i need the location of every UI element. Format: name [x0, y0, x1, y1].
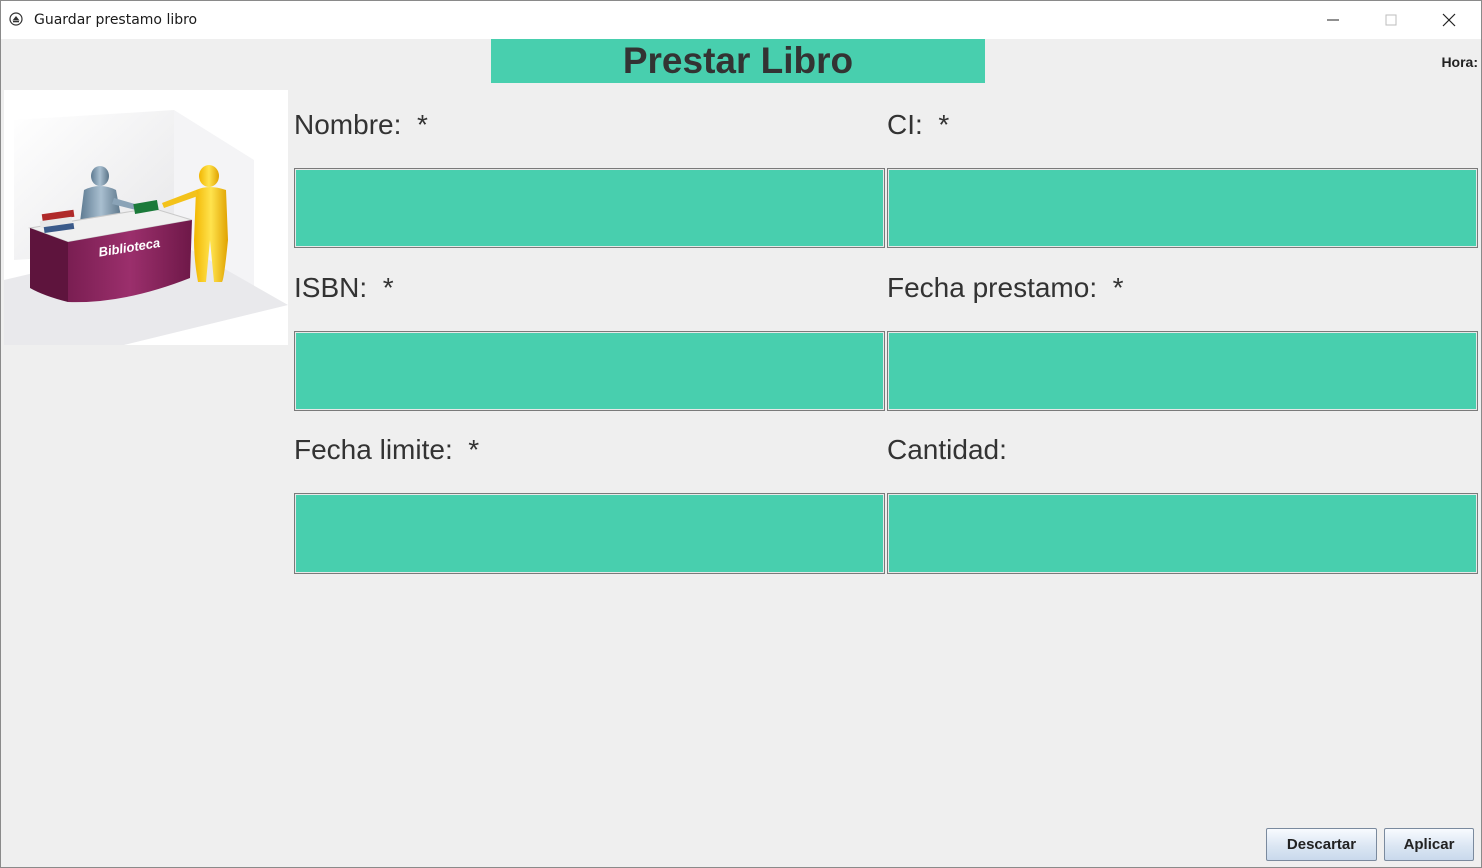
aplicar-button[interactable]: Aplicar — [1384, 828, 1474, 861]
app-window: Guardar prestamo libro Prestar Libro Hor… — [0, 0, 1482, 868]
close-icon — [1442, 13, 1456, 27]
minimize-button[interactable] — [1304, 1, 1362, 39]
fecha-limite-required-mark: * — [468, 434, 480, 465]
page-title: Prestar Libro — [622, 40, 854, 81]
cantidad-label-text: Cantidad: — [887, 434, 1007, 465]
descartar-button[interactable]: Descartar — [1266, 828, 1377, 861]
window-title: Guardar prestamo libro — [34, 12, 198, 28]
cantidad-input[interactable] — [887, 493, 1478, 574]
library-illustration: Biblioteca — [4, 90, 288, 345]
nombre-required-mark: * — [416, 109, 428, 140]
ci-required-mark: * — [938, 109, 950, 140]
maximize-icon — [1385, 14, 1397, 26]
ci-label: CI: * — [887, 109, 949, 141]
isbn-input[interactable] — [294, 331, 885, 411]
hora-label: Hora: — [1441, 54, 1478, 70]
nombre-input[interactable] — [294, 168, 885, 248]
close-button[interactable] — [1420, 1, 1478, 39]
isbn-label-text: ISBN: — [294, 272, 368, 303]
fecha-limite-label-text: Fecha limite: — [294, 434, 453, 465]
ci-input[interactable] — [887, 168, 1478, 248]
nombre-label: Nombre: * — [294, 109, 428, 141]
fecha-prestamo-input[interactable] — [887, 331, 1478, 411]
minimize-icon — [1327, 19, 1339, 21]
ci-label-text: CI: — [887, 109, 923, 140]
library-desk-image: Biblioteca — [4, 110, 288, 345]
nombre-label-text: Nombre: — [294, 109, 402, 140]
fecha-limite-label: Fecha limite: * — [294, 434, 479, 466]
fecha-prestamo-label: Fecha prestamo: * — [887, 272, 1124, 304]
fecha-prestamo-required-mark: * — [1112, 272, 1124, 303]
maximize-button[interactable] — [1362, 1, 1420, 39]
title-bar: Guardar prestamo libro — [1, 1, 1481, 39]
fecha-limite-input[interactable] — [294, 493, 885, 574]
cantidad-label: Cantidad: — [887, 434, 1007, 466]
isbn-label: ISBN: * — [294, 272, 394, 304]
page-title-banner: Prestar Libro — [491, 39, 985, 83]
app-icon — [9, 12, 23, 26]
isbn-required-mark: * — [382, 272, 394, 303]
fecha-prestamo-label-text: Fecha prestamo: — [887, 272, 1098, 303]
